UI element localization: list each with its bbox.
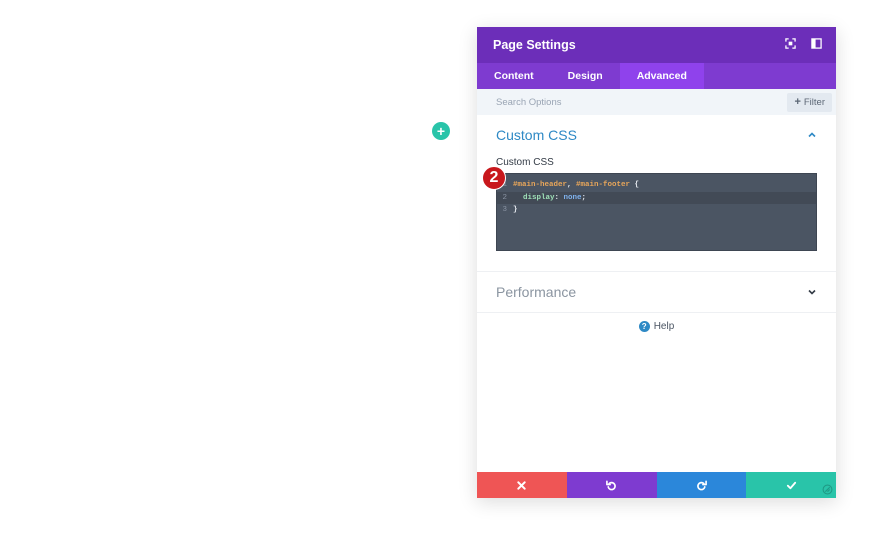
redo-icon: [697, 480, 707, 490]
help-link[interactable]: ? Help: [477, 313, 836, 332]
tab-advanced-label: Advanced: [636, 70, 687, 82]
code-punctuation: ,: [567, 181, 577, 190]
tab-design[interactable]: Design: [551, 63, 620, 89]
resize-handle-icon[interactable]: [822, 484, 833, 495]
builder-canvas: + Page Settings Content Design Advanced: [0, 0, 880, 551]
tab-advanced[interactable]: Advanced: [619, 63, 704, 89]
tab-content-label: Content: [494, 70, 534, 82]
code-line: 3 }: [497, 204, 816, 217]
code-selector: #main-header: [513, 181, 568, 190]
code-property: display: [523, 193, 555, 202]
code-value: none: [563, 193, 582, 202]
filter-label: Filter: [803, 96, 825, 108]
chevron-down-icon[interactable]: [807, 287, 817, 297]
custom-css-toggle[interactable]: Custom CSS: [496, 115, 817, 155]
header-icons: [785, 38, 822, 49]
chevron-up-icon[interactable]: [807, 130, 817, 140]
page-settings-modal: Page Settings Content Design Advanced +: [477, 27, 836, 498]
close-icon: [517, 480, 527, 490]
code-selector: #main-footer: [576, 181, 631, 190]
custom-css-title: Custom CSS: [496, 127, 577, 143]
modal-tabs: Content Design Advanced: [477, 63, 836, 89]
code-line: 2 display : none ;: [497, 191, 816, 204]
modal-title: Page Settings: [493, 38, 576, 52]
tab-content[interactable]: Content: [477, 63, 551, 89]
code-punctuation: }: [513, 206, 518, 215]
performance-section: Performance: [477, 272, 836, 312]
search-options-input[interactable]: [496, 96, 696, 108]
line-number: 3: [502, 206, 507, 215]
plus-icon: +: [794, 95, 801, 108]
search-bar: + Filter: [477, 89, 836, 115]
code-punctuation: ;: [581, 193, 587, 202]
css-code-editor[interactable]: 1 #main-header , #main-footer { 2 displa…: [496, 173, 817, 251]
step-badge: 2: [482, 166, 506, 190]
help-label: Help: [653, 321, 675, 332]
sidebar-toggle-icon[interactable]: [811, 38, 822, 49]
code-editor-wrap: 2 1 #main-header , #main-footer { 2 disp…: [482, 166, 817, 251]
custom-css-field-label: Custom CSS: [496, 157, 554, 168]
filter-button[interactable]: + Filter: [787, 92, 832, 112]
line-number: 2: [502, 193, 507, 202]
help-icon: ?: [638, 321, 650, 332]
redo-button[interactable]: [656, 472, 747, 498]
add-section-button[interactable]: +: [432, 122, 450, 140]
undo-icon: [606, 480, 616, 490]
tab-design-label: Design: [567, 70, 603, 82]
undo-button[interactable]: [566, 472, 657, 498]
check-icon: [786, 481, 796, 489]
performance-title: Performance: [496, 284, 577, 300]
code-line: 1 #main-header , #main-footer {: [497, 179, 816, 192]
code-punctuation: {: [630, 181, 640, 190]
cancel-button[interactable]: [477, 472, 567, 498]
performance-toggle[interactable]: Performance: [496, 272, 817, 312]
save-button[interactable]: [746, 472, 836, 498]
modal-footer: [477, 472, 836, 498]
fullscreen-icon[interactable]: [785, 38, 796, 49]
plus-icon: +: [436, 123, 446, 139]
code-punctuation: :: [554, 193, 564, 202]
custom-css-section: Custom CSS Custom CSS 2 1 #main-header ,…: [477, 115, 836, 251]
modal-header[interactable]: Page Settings: [477, 27, 836, 63]
